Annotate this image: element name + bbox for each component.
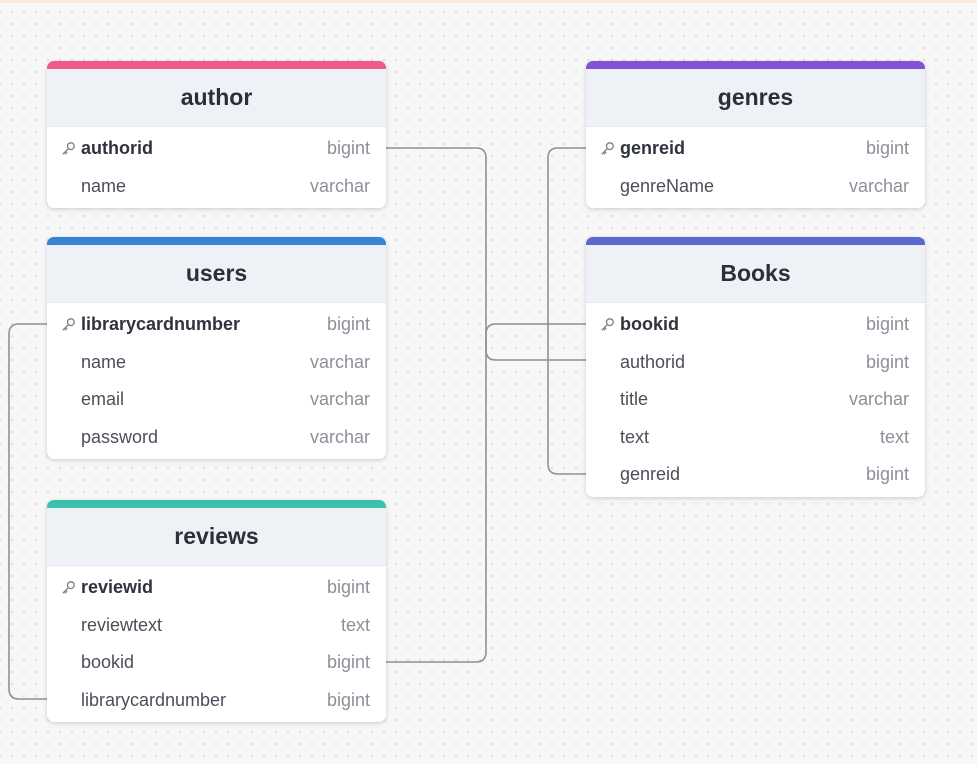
column-name: genreid: [620, 464, 681, 485]
table-title: users: [185, 260, 248, 286]
column-name: text: [620, 426, 650, 447]
key-icon: [61, 317, 81, 332]
column-row[interactable]: librarycardnumber bigint: [47, 682, 386, 720]
column-row[interactable]: text text: [586, 419, 925, 457]
key-icon: [600, 141, 620, 156]
column-row[interactable]: password varchar: [47, 419, 386, 457]
column-type: varchar: [309, 426, 370, 447]
column-type: bigint: [326, 314, 370, 335]
column-type: bigint: [865, 464, 909, 485]
table-reviews[interactable]: reviews reviewid bigint reviewtext text …: [47, 500, 386, 722]
column-row[interactable]: reviewtext text: [47, 607, 386, 645]
table-genres-header[interactable]: genres: [586, 69, 925, 127]
column-name: librarycardnumber: [81, 689, 227, 710]
column-name: genreName: [620, 175, 715, 196]
column-name: bookid: [81, 652, 135, 673]
column-name: name: [81, 175, 127, 196]
column-row[interactable]: genreName varchar: [586, 168, 925, 206]
column-name: librarycardnumber: [81, 314, 241, 335]
column-type: varchar: [848, 389, 909, 410]
column-name: genreid: [620, 138, 686, 159]
column-type: bigint: [326, 138, 370, 159]
column-row[interactable]: name varchar: [47, 344, 386, 382]
table-books-color-bar: [586, 237, 925, 245]
table-users[interactable]: users librarycardnumber bigint name varc…: [47, 237, 386, 459]
table-genres-color-bar: [586, 61, 925, 69]
column-type: text: [879, 426, 909, 447]
column-name: name: [81, 351, 127, 372]
column-type: text: [340, 614, 370, 635]
column-row[interactable]: title varchar: [586, 381, 925, 419]
table-title: genres: [717, 84, 794, 110]
column-row[interactable]: genreid bigint: [586, 130, 925, 168]
column-type: varchar: [309, 389, 370, 410]
column-type: varchar: [309, 351, 370, 372]
column-type: bigint: [865, 314, 909, 335]
column-row[interactable]: name varchar: [47, 168, 386, 206]
column-type: bigint: [865, 138, 909, 159]
column-row[interactable]: genreid bigint: [586, 456, 925, 494]
relation-author-books[interactable]: [386, 147, 586, 361]
relation-genres-books[interactable]: [547, 147, 586, 475]
key-icon: [61, 141, 81, 156]
column-name: reviewtext: [81, 614, 163, 635]
key-icon: [600, 317, 620, 332]
column-name: password: [81, 426, 159, 447]
table-title: Books: [720, 260, 791, 286]
column-row[interactable]: authorid bigint: [47, 130, 386, 168]
column-name: reviewid: [81, 577, 154, 598]
table-books-header[interactable]: Books: [586, 245, 925, 303]
table-reviews-header[interactable]: reviews: [47, 508, 386, 566]
column-name: authorid: [620, 351, 686, 372]
table-author-header[interactable]: author: [47, 69, 386, 127]
column-type: bigint: [865, 351, 909, 372]
column-type: bigint: [326, 689, 370, 710]
table-author-color-bar: [47, 61, 386, 69]
column-row[interactable]: bookid bigint: [586, 306, 925, 344]
canvas-top-strip: [0, 0, 977, 3]
column-type: bigint: [326, 652, 370, 673]
column-row[interactable]: reviewid bigint: [47, 569, 386, 607]
key-icon: [61, 580, 81, 595]
table-users-header[interactable]: users: [47, 245, 386, 303]
column-row[interactable]: email varchar: [47, 381, 386, 419]
table-genres[interactable]: genres genreid bigint genreName varchar: [586, 61, 925, 208]
column-name: title: [620, 389, 649, 410]
table-books[interactable]: Books bookid bigint authorid bigint titl…: [586, 237, 925, 497]
table-author[interactable]: author authorid bigint name varchar: [47, 61, 386, 208]
column-name: email: [81, 389, 125, 410]
table-title: author: [180, 84, 253, 110]
table-users-color-bar: [47, 237, 386, 245]
table-title: reviews: [174, 523, 259, 549]
column-row[interactable]: authorid bigint: [586, 344, 925, 382]
column-name: authorid: [81, 138, 153, 159]
table-reviews-color-bar: [47, 500, 386, 508]
column-name: bookid: [620, 314, 679, 335]
column-type: varchar: [848, 175, 909, 196]
column-row[interactable]: bookid bigint: [47, 644, 386, 682]
column-type: bigint: [326, 577, 370, 598]
relation-users-reviews[interactable]: [8, 323, 47, 700]
column-row[interactable]: librarycardnumber bigint: [47, 306, 386, 344]
relation-books-reviews[interactable]: [386, 323, 586, 663]
column-type: varchar: [309, 175, 370, 196]
